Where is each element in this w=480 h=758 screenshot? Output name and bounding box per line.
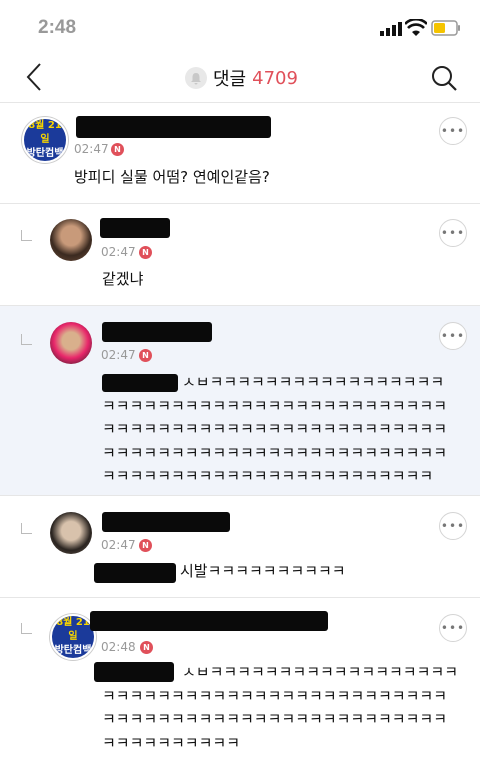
- comment-count: 4709: [252, 67, 298, 89]
- redacted-username: [102, 322, 212, 342]
- avatar[interactable]: 8월 21일 방탄컴백: [22, 117, 68, 163]
- reply-arrow-icon: [21, 230, 32, 241]
- new-badge: N: [139, 246, 152, 259]
- comment-time: 02:47: [101, 245, 136, 259]
- status-time: 2:48: [38, 17, 77, 38]
- more-options-button[interactable]: •••: [439, 219, 467, 247]
- reply-arrow-icon: [21, 623, 32, 634]
- comment-time: 02:47: [101, 538, 136, 552]
- bell-icon[interactable]: [185, 67, 207, 89]
- avatar[interactable]: [50, 219, 92, 261]
- new-badge: N: [140, 641, 153, 654]
- avatar[interactable]: [50, 322, 92, 364]
- new-badge: N: [111, 143, 124, 156]
- status-bar: 2:48: [0, 0, 480, 56]
- reply-arrow-icon: [21, 334, 32, 345]
- comments-header: 댓글 4709: [0, 56, 480, 103]
- reply-item: 02:47 N ••• ㅅㅂㅋㅋㅋㅋㅋㅋㅋㅋㅋㅋㅋㅋㅋㅋㅋㅋㅋ ㅋㅋㅋㅋㅋㅋㅋㅋ…: [0, 306, 480, 496]
- redacted-mention: [94, 563, 176, 583]
- avatar[interactable]: [50, 512, 92, 554]
- comment-text: 시발ㅋㅋㅋㅋㅋㅋㅋㅋㅋㅋ: [180, 562, 346, 580]
- comment-text: ㅅㅂㅋㅋㅋㅋㅋㅋㅋㅋㅋㅋㅋㅋㅋㅋㅋㅋㅋㅋ ㅋㅋㅋㅋㅋㅋㅋㅋㅋㅋㅋㅋㅋㅋㅋㅋㅋㅋㅋ…: [102, 663, 459, 752]
- redacted-username: [90, 611, 328, 631]
- more-options-button[interactable]: •••: [439, 322, 467, 350]
- more-options-button[interactable]: •••: [439, 614, 467, 642]
- comment-text: 방피디 실물 어떰? 연예인같음?: [74, 168, 270, 186]
- comment-text: 같겠냐: [102, 270, 144, 288]
- reply-item: 02:47 N ••• 시발ㅋㅋㅋㅋㅋㅋㅋㅋㅋㅋ: [0, 496, 480, 598]
- comment-time: 02:47: [101, 348, 136, 362]
- comment-text: ㅅㅂㅋㅋㅋㅋㅋㅋㅋㅋㅋㅋㅋㅋㅋㅋㅋㅋㅋ ㅋㅋㅋㅋㅋㅋㅋㅋㅋㅋㅋㅋㅋㅋㅋㅋㅋㅋㅋㅋ…: [102, 373, 448, 485]
- new-badge: N: [139, 539, 152, 552]
- redacted-username: [76, 116, 271, 138]
- comment-item: 8월 21일 방탄컴백 02:47 N ••• 방피디 실물 어떰? 연예인같음?: [0, 103, 480, 204]
- redacted-username: [100, 218, 170, 238]
- signal-icon: [380, 22, 402, 36]
- new-badge: N: [139, 349, 152, 362]
- title-label: 댓글: [213, 69, 247, 90]
- reply-item: 02:47 N ••• 같겠냐: [0, 204, 480, 306]
- wifi-icon: [405, 19, 427, 36]
- page-title: 댓글 4709: [185, 63, 298, 93]
- comment-time: 02:47: [74, 142, 109, 156]
- reply-arrow-icon: [21, 523, 32, 534]
- comment-time: 02:48: [101, 640, 136, 654]
- more-options-button[interactable]: •••: [439, 117, 467, 145]
- chevron-left-icon[interactable]: [24, 62, 46, 92]
- battery-icon: [431, 20, 460, 36]
- search-icon[interactable]: [430, 64, 458, 92]
- more-options-button[interactable]: •••: [439, 512, 467, 540]
- redacted-username: [102, 512, 230, 532]
- reply-item: 8월 21일 방탄컴백 02:48 N ••• ㅅㅂㅋㅋㅋㅋㅋㅋㅋㅋㅋㅋㅋㅋㅋㅋㅋ…: [0, 598, 480, 758]
